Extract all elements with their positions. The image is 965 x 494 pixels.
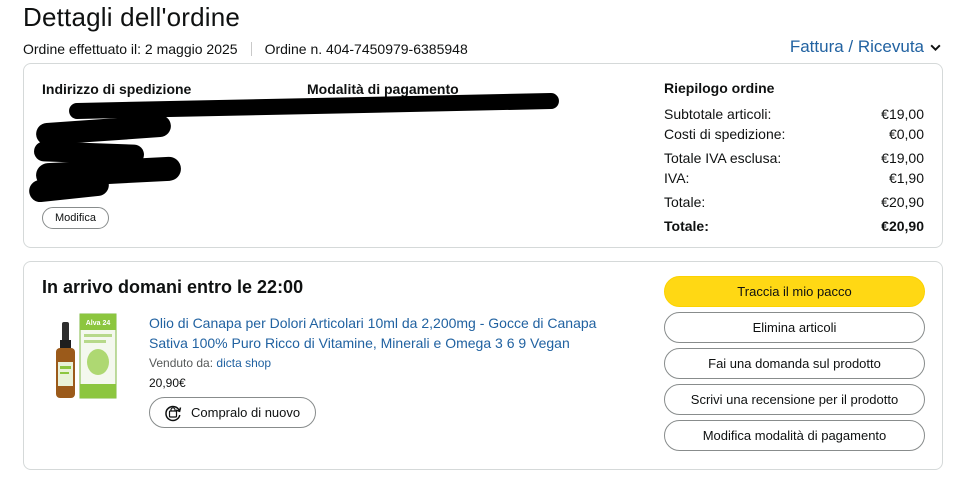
summary-row: Costi di spedizione: €0,00 <box>664 124 924 144</box>
invoice-dropdown[interactable]: Fattura / Ricevuta <box>790 37 942 57</box>
buy-again-icon <box>165 405 182 421</box>
summary-row: Totale IVA esclusa: €19,00 <box>664 148 924 168</box>
summary-value: €19,00 <box>881 150 924 166</box>
chevron-down-icon <box>930 44 941 51</box>
remove-items-button[interactable]: Elimina articoli <box>664 312 925 343</box>
order-summary: Riepilogo ordine Subtotale articoli: €19… <box>664 80 924 236</box>
order-info-card: Indirizzo di spedizione Modalità di paga… <box>23 63 943 248</box>
shipment-actions: Traccia il mio pacco Elimina articoli Fa… <box>664 276 925 456</box>
product-title-link[interactable]: Olio di Canapa per Dolori Articolari 10m… <box>149 313 619 353</box>
shipping-address-heading: Indirizzo di spedizione <box>42 81 192 97</box>
meta-divider <box>250 42 252 56</box>
summary-row: IVA: €1,90 <box>664 168 924 188</box>
track-package-button[interactable]: Traccia il mio pacco <box>664 276 925 307</box>
summary-row: Subtotale articoli: €19,00 <box>664 104 924 124</box>
invoice-label: Fattura / Ricevuta <box>789 37 924 56</box>
summary-label: Subtotale articoli: <box>664 106 772 122</box>
delivery-status: In arrivo domani entro le 22:00 <box>42 277 304 297</box>
summary-value: €0,00 <box>888 126 924 142</box>
seller-line: Venduto da: dicta shop <box>149 356 271 370</box>
ask-product-question-button[interactable]: Fai una domanda sul prodotto <box>664 348 925 379</box>
order-meta: Ordine effettuato il: 2 maggio 2025 Ordi… <box>23 41 468 57</box>
buy-again-button[interactable]: Compralo di nuovo <box>149 397 316 428</box>
page-title: Dettagli dell'ordine <box>23 2 241 32</box>
order-date: Ordine effettuato il: 2 maggio 2025 <box>23 41 238 57</box>
shipment-card: In arrivo domani entro le 22:00 Alva 24 … <box>23 261 943 470</box>
grand-total-label: Totale: <box>664 218 709 234</box>
summary-label: Totale: <box>664 194 706 210</box>
order-number: Ordine n. 404-7450979-6385948 <box>264 41 468 57</box>
grand-total-value: €20,90 <box>881 218 924 234</box>
sold-by-label: Venduto da: <box>149 356 214 370</box>
summary-label: Totale IVA esclusa: <box>664 150 782 166</box>
edit-address-button[interactable]: Modifica <box>42 207 109 229</box>
write-review-button[interactable]: Scrivi una recensione per il prodotto <box>664 384 925 415</box>
summary-grand-total: Totale: €20,90 <box>664 216 924 236</box>
summary-value: €19,00 <box>881 106 924 122</box>
summary-label: Costi di spedizione: <box>664 126 786 142</box>
seller-link[interactable]: dicta shop <box>216 356 271 370</box>
product-price: 20,90€ <box>149 376 186 390</box>
summary-label: IVA: <box>664 170 690 186</box>
summary-value: €1,90 <box>888 170 924 186</box>
product-image[interactable]: Alva 24 <box>54 312 118 400</box>
summary-value: €20,90 <box>881 194 924 210</box>
order-summary-title: Riepilogo ordine <box>664 80 775 96</box>
change-payment-method-button[interactable]: Modifica modalità di pagamento <box>664 420 925 451</box>
buy-again-label: Compralo di nuovo <box>191 405 301 420</box>
summary-row: Totale: €20,90 <box>664 192 924 212</box>
product-box-brand: Alva 24 <box>86 320 111 327</box>
